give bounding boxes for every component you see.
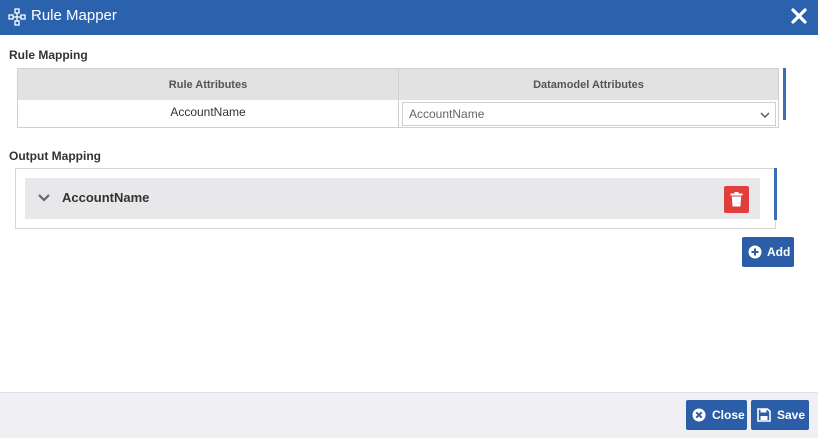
scrollbar[interactable] — [783, 68, 786, 120]
close-circle-icon — [692, 408, 706, 422]
flow-nodes-icon — [8, 8, 26, 26]
delete-button[interactable] — [724, 186, 749, 213]
rule-attribute-cell: AccountName — [18, 100, 399, 127]
save-icon — [757, 408, 771, 422]
plus-circle-icon — [748, 245, 762, 259]
close-button-label: Close — [712, 408, 745, 422]
add-button-label: Add — [767, 245, 791, 259]
trash-icon — [730, 192, 743, 207]
dialog-titlebar: Rule Mapper — [0, 0, 818, 35]
column-header-rule-attributes: Rule Attributes — [18, 69, 399, 100]
rule-mapping-header: Rule Attributes Datamodel Attributes — [17, 68, 779, 101]
output-mapping-item-name: AccountName — [62, 190, 150, 205]
scrollbar[interactable] — [774, 168, 777, 220]
close-icon[interactable] — [789, 6, 809, 26]
dialog-title: Rule Mapper — [31, 7, 117, 24]
datamodel-attribute-select[interactable]: AccountName — [402, 102, 776, 126]
add-button[interactable]: Add — [742, 237, 794, 267]
save-button[interactable]: Save — [751, 400, 809, 430]
rule-mapping-label: Rule Mapping — [9, 48, 88, 62]
close-button[interactable]: Close — [686, 400, 747, 430]
output-mapping-label: Output Mapping — [9, 149, 101, 163]
column-header-datamodel-attributes: Datamodel Attributes — [533, 79, 644, 91]
chevron-down-icon — [760, 112, 770, 118]
chevron-down-icon[interactable] — [37, 192, 51, 204]
datamodel-attribute-value: AccountName — [409, 107, 485, 121]
output-mapping-item: AccountName — [25, 178, 760, 219]
save-button-label: Save — [777, 408, 806, 422]
